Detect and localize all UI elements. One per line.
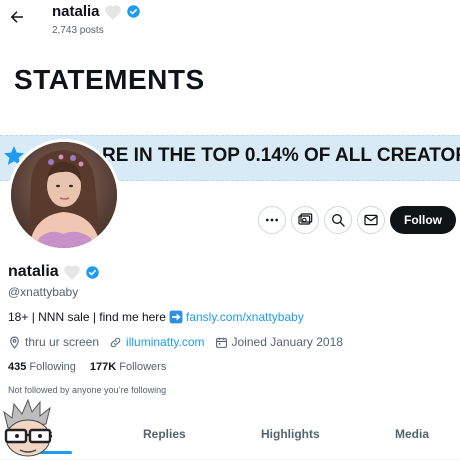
follow-button[interactable]: Follow [390,206,456,234]
header-name: natalia [52,3,100,20]
profile-bio: 18+ | NNN sale | find me here fansly.com… [8,310,304,324]
calendar-icon [215,337,227,348]
profile-actions: Follow [258,206,456,234]
cartoon-avatar-sticker [3,398,52,457]
profile-meta: thru ur screen illuminatty.com Joined Ja… [8,335,349,349]
verified-badge-icon[interactable] [85,265,100,280]
bio-text: 18+ | NNN sale | find me here [8,310,166,324]
following-count: 435 [8,361,27,373]
header-name-row: natalia [52,3,141,20]
tab-media[interactable]: Media [395,427,429,441]
avatar-photo [11,142,117,248]
followers-count: 177K [89,361,117,373]
more-button[interactable] [258,206,286,234]
followers-link[interactable]: 177K Followers [90,361,166,373]
joined-text: Joined January 2018 [231,335,343,349]
follow-stats: 435 Following 177K Followers [8,361,166,373]
subscribe-button[interactable] [291,206,319,234]
followed-by-note: Not followed by anyone you’re following [8,385,167,395]
header-post-count: 2,743 posts [52,25,104,36]
avatar[interactable] [8,139,120,251]
profile-name-row: natalia [8,263,100,281]
following-label: Following [29,361,76,373]
more-icon [266,218,278,222]
location-icon [10,336,19,349]
link-icon [110,337,121,347]
profile-tabs: ts Replies Highlights Media [0,418,460,460]
top-bar: natalia 2,743 posts [0,0,460,42]
message-button[interactable] [357,206,385,234]
website-link[interactable]: illuminatty.com [126,335,204,349]
joined-item: Joined January 2018 [215,335,343,349]
followers-label: Followers [119,361,167,373]
bio-link[interactable]: fansly.com/xnattybaby [186,310,304,324]
profile-handle: @xnattybaby [8,285,79,299]
tab-replies[interactable]: Replies [143,427,186,441]
white-heart-icon [105,5,121,20]
subscribe-icon [298,213,313,225]
banner-strip-text: RE IN THE TOP 0.14% OF ALL CREATORS! [102,145,460,166]
message-icon [364,214,378,226]
back-arrow-icon[interactable] [8,8,26,26]
website-item: illuminatty.com [109,335,205,349]
verified-badge-icon [126,5,140,18]
tab-highlights[interactable]: Highlights [261,427,320,441]
right-arrow-emoji-icon [169,310,183,324]
location-item: thru ur screen [8,335,99,349]
following-link[interactable]: 435 Following [8,361,76,373]
banner-title: STATEMENTS [14,64,205,95]
search-button[interactable] [324,206,352,234]
search-icon [332,214,345,227]
location-text: thru ur screen [25,335,100,349]
profile-name: natalia [8,263,59,280]
white-heart-icon [64,265,80,280]
